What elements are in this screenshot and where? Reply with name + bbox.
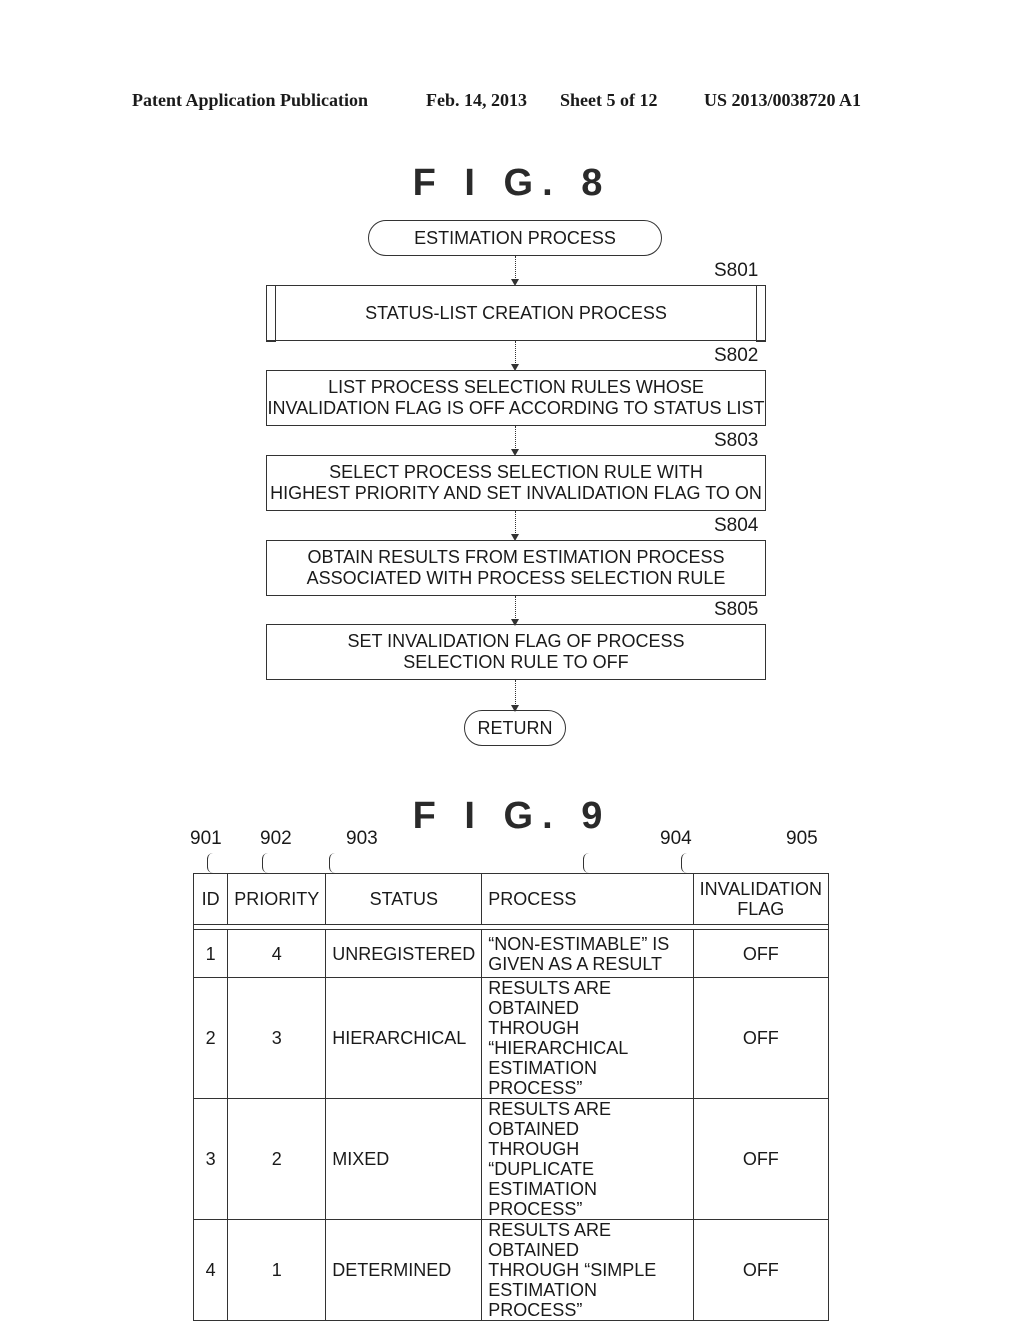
col-header-priority: PRIORITY [227, 873, 327, 925]
step-id-s805: S805 [714, 599, 759, 620]
flow-step-s802: LIST PROCESS SELECTION RULES WHOSE INVAL… [266, 370, 766, 426]
process-line: RESULTS ARE OBTAINED [488, 1099, 612, 1139]
flow-end-label: RETURN [477, 717, 553, 738]
ref-leader-line [207, 853, 214, 873]
cell-process: RESULTS ARE OBTAINED THROUGH “DUPLICATE … [481, 1098, 694, 1220]
step-text-line: HIGHEST PRIORITY AND SET INVALIDATION FL… [270, 483, 762, 503]
step-text-line: SELECTION RULE TO OFF [403, 652, 629, 672]
col-header-process: PROCESS [481, 873, 694, 925]
cell-flag: OFF [692, 1098, 830, 1220]
ref-902: 902 [260, 828, 292, 849]
cell-process: RESULTS ARE OBTAINED THROUGH “SIMPLE EST… [481, 1219, 694, 1321]
ref-903: 903 [346, 828, 378, 849]
process-line: ESTIMATION PROCESS” [488, 1058, 597, 1098]
cell-status: HIERARCHICAL [325, 977, 483, 1099]
table-row: 3 2 MIXED RESULTS ARE OBTAINED THROUGH “… [192, 1098, 830, 1220]
cell-priority: 1 [227, 1219, 327, 1321]
cell-flag: OFF [692, 929, 830, 978]
step-text-line: SET INVALIDATION FLAG OF PROCESS [347, 631, 685, 651]
process-line: THROUGH “SIMPLE [488, 1260, 657, 1280]
step-text-line: SELECT PROCESS SELECTION RULE WITH [329, 462, 703, 482]
process-line: “NON-ESTIMABLE” IS [488, 933, 670, 954]
step-id-s803: S803 [714, 430, 759, 451]
cell-flag: OFF [692, 1219, 830, 1321]
ref-leader-line [329, 853, 336, 873]
cell-status: DETERMINED [325, 1219, 483, 1321]
process-line: ESTIMATION PROCESS” [488, 1179, 597, 1219]
cell-status: UNREGISTERED [325, 929, 483, 978]
flow-step-s803: SELECT PROCESS SELECTION RULE WITH HIGHE… [266, 455, 766, 511]
col-header-status: STATUS [325, 873, 483, 925]
table-row: 1 4 UNREGISTERED “NON-ESTIMABLE” IS GIVE… [192, 929, 830, 978]
flow-step-s801: STATUS-LIST CREATION PROCESS [266, 284, 766, 342]
header-line: FLAG [737, 899, 785, 919]
step-text-line: STATUS-LIST CREATION PROCESS [365, 302, 667, 323]
fig9-title: F I G. 9 [412, 795, 612, 837]
patent-number: US 2013/0038720 A1 [704, 90, 862, 110]
cell-flag: OFF [692, 977, 830, 1099]
col-header-id: ID [192, 873, 229, 925]
sheet-number: Sheet 5 of 12 [560, 90, 658, 110]
table-header-row: ID PRIORITY STATUS PROCESS INVALIDATION … [192, 873, 830, 925]
cell-priority: 3 [227, 977, 327, 1099]
step-text-line: LIST PROCESS SELECTION RULES WHOSE [328, 377, 704, 397]
ref-901: 901 [190, 828, 222, 849]
table-row: 4 1 DETERMINED RESULTS ARE OBTAINED THRO… [192, 1219, 830, 1321]
ref-905: 905 [786, 828, 818, 849]
flow-start-terminal: ESTIMATION PROCESS [368, 220, 662, 256]
publication-date: Feb. 14, 2013 [426, 90, 527, 110]
process-line: THROUGH “HIERARCHICAL [488, 1018, 629, 1058]
flow-arrow [511, 256, 519, 286]
cell-process: RESULTS ARE OBTAINED THROUGH “HIERARCHIC… [481, 977, 694, 1099]
step-text-line: OBTAIN RESULTS FROM ESTIMATION PROCESS [307, 547, 725, 567]
ref-leader-line [262, 853, 269, 873]
flow-arrow [511, 341, 519, 371]
cell-priority: 2 [227, 1098, 327, 1220]
process-line: GIVEN AS A RESULT [488, 953, 663, 974]
process-line: ESTIMATION PROCESS” [488, 1280, 597, 1320]
cell-status: MIXED [325, 1098, 483, 1220]
cell-id: 2 [192, 977, 229, 1099]
ref-leader-line [681, 853, 688, 873]
flow-start-label: ESTIMATION PROCESS [414, 227, 616, 248]
step-id-s804: S804 [714, 515, 759, 536]
process-line: RESULTS ARE OBTAINED [488, 978, 612, 1018]
step-id-s802: S802 [714, 345, 759, 366]
flow-arrow [511, 426, 519, 456]
cell-id: 3 [192, 1098, 229, 1220]
cell-id: 1 [192, 929, 229, 978]
process-line: THROUGH “DUPLICATE [488, 1139, 594, 1179]
flow-step-s805: SET INVALIDATION FLAG OF PROCESS SELECTI… [266, 624, 766, 680]
status-rule-table: ID PRIORITY STATUS PROCESS INVALIDATION … [192, 873, 830, 1321]
step-id-s801: S801 [714, 260, 759, 281]
process-line: RESULTS ARE OBTAINED [488, 1220, 612, 1260]
flow-end-terminal: RETURN [464, 710, 566, 746]
flow-step-s804: OBTAIN RESULTS FROM ESTIMATION PROCESS A… [266, 540, 766, 596]
fig8-title: F I G. 8 [412, 162, 612, 204]
publication-label: Patent Application Publication [132, 90, 369, 110]
flow-arrow [511, 680, 519, 712]
flow-arrow [511, 596, 519, 626]
header-line: INVALIDATION [699, 879, 822, 899]
cell-id: 4 [192, 1219, 229, 1321]
step-text-line: INVALIDATION FLAG IS OFF ACCORDING TO ST… [267, 398, 765, 418]
ref-leader-line [583, 853, 590, 873]
step-text-line: ASSOCIATED WITH PROCESS SELECTION RULE [306, 568, 726, 588]
ref-904: 904 [660, 828, 692, 849]
col-header-invalidation-flag: INVALIDATION FLAG [692, 873, 830, 925]
cell-priority: 4 [227, 929, 327, 978]
flow-arrow [511, 511, 519, 541]
table-row: 2 3 HIERARCHICAL RESULTS ARE OBTAINED TH… [192, 977, 830, 1099]
cell-process: “NON-ESTIMABLE” IS GIVEN AS A RESULT [481, 929, 694, 978]
